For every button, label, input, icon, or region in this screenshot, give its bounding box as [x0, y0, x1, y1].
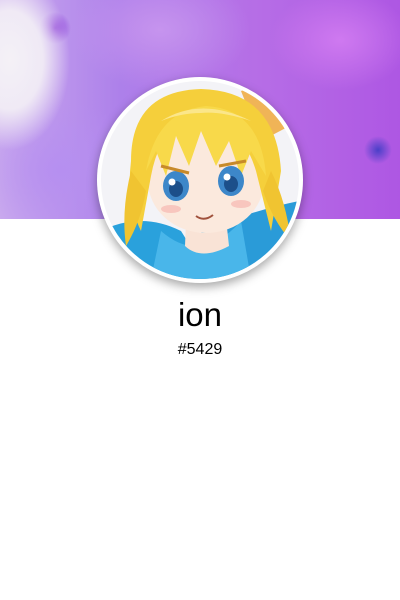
discriminator-tag: #5429 — [177, 341, 223, 358]
username: ion — [177, 296, 223, 333]
avatar[interactable] — [97, 77, 303, 283]
anime-girl-avatar-icon — [101, 81, 299, 279]
